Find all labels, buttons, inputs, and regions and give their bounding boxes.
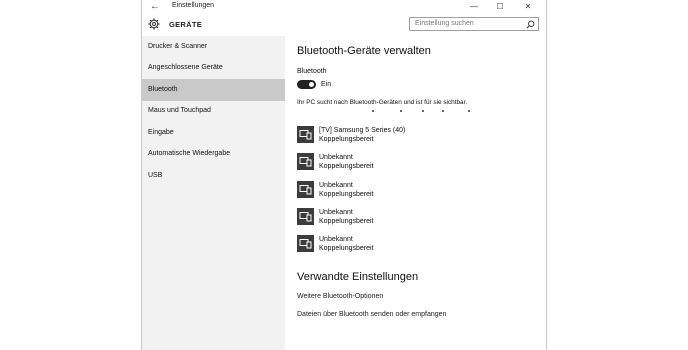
device-item[interactable]: Unbekannt Koppelungsbereit xyxy=(297,153,542,175)
settings-window: ← Einstellungen — ☐ ✕ GERÄTE Einstellung… xyxy=(141,0,547,350)
title-bar: ← Einstellungen — ☐ ✕ xyxy=(142,0,546,14)
section-title-related: Verwandte Einstellungen xyxy=(297,271,419,283)
sidebar-item-eingabe[interactable]: Eingabe xyxy=(142,122,285,144)
sidebar-item-label: Bluetooth xyxy=(148,86,178,93)
toggle-knob xyxy=(309,82,314,87)
page-header: GERÄTE Einstellung suchen xyxy=(142,14,546,36)
device-status: Koppelungsbereit xyxy=(319,218,374,225)
device-item[interactable]: Unbekannt Koppelungsbereit xyxy=(297,181,542,203)
device-status: Koppelungsbereit xyxy=(319,245,374,252)
sidebar-item-label: Eingabe xyxy=(148,129,174,136)
arrow-left-icon: ← xyxy=(150,1,160,12)
sidebar-item-label: Automatische Wiedergabe xyxy=(148,150,231,157)
device-status: Koppelungsbereit xyxy=(319,163,374,170)
sidebar-item-maus-touchpad[interactable]: Maus und Touchpad xyxy=(142,100,285,122)
device-icon xyxy=(297,126,314,143)
sidebar: Drucker & Scanner Angeschlossene Geräte … xyxy=(142,36,285,350)
gear-icon xyxy=(148,18,160,30)
device-status: Koppelungsbereit xyxy=(319,136,374,143)
sidebar-item-label: USB xyxy=(148,172,163,179)
device-icon xyxy=(297,208,314,225)
search-icon[interactable] xyxy=(526,20,535,29)
device-item[interactable]: Unbekannt Koppelungsbereit xyxy=(297,208,542,230)
toggle-state-label: Ein xyxy=(321,81,332,88)
back-button[interactable]: ← xyxy=(148,0,162,14)
sidebar-item-label: Angeschlossene Geräte xyxy=(148,64,223,71)
sidebar-item-label: Drucker & Scanner xyxy=(148,43,208,50)
search-input[interactable]: Einstellung suchen xyxy=(409,17,539,31)
close-button[interactable]: ✕ xyxy=(518,0,538,14)
device-icon xyxy=(297,153,314,170)
window-title: Einstellungen xyxy=(172,2,215,9)
sidebar-item-automatische-wiedergabe[interactable]: Automatische Wiedergabe xyxy=(142,143,285,165)
sidebar-item-drucker-scanner[interactable]: Drucker & Scanner xyxy=(142,36,285,58)
minimize-button[interactable]: — xyxy=(464,0,484,14)
device-status: Koppelungsbereit xyxy=(319,191,374,198)
searching-progress-dots xyxy=(372,110,482,114)
sidebar-item-bluetooth[interactable]: Bluetooth xyxy=(142,79,285,101)
discovery-status-text: Ihr PC sucht nach Bluetooth-Geräten und … xyxy=(297,99,468,106)
device-item[interactable]: [TV] Samsung 5 Series (40) Koppelungsber… xyxy=(297,126,542,148)
search-placeholder: Einstellung suchen xyxy=(415,20,474,27)
device-icon xyxy=(297,181,314,198)
maximize-button[interactable]: ☐ xyxy=(490,0,510,14)
device-name: Unbekannt xyxy=(319,154,353,161)
bluetooth-label: Bluetooth xyxy=(297,68,327,75)
device-item[interactable]: Unbekannt Koppelungsbereit xyxy=(297,235,542,257)
link-more-bluetooth-options[interactable]: Weitere Bluetooth-Optionen xyxy=(297,293,383,300)
page-title: GERÄTE xyxy=(169,20,203,29)
sidebar-item-label: Maus und Touchpad xyxy=(148,107,211,114)
sidebar-item-usb[interactable]: USB xyxy=(142,165,285,187)
device-name: Unbekannt xyxy=(319,236,353,243)
bluetooth-toggle[interactable] xyxy=(297,80,316,89)
device-icon xyxy=(297,235,314,252)
link-send-receive-files[interactable]: Dateien über Bluetooth senden oder empfa… xyxy=(297,311,446,318)
device-name: [TV] Samsung 5 Series (40) xyxy=(319,127,406,134)
section-title-bluetooth: Bluetooth-Geräte verwalten xyxy=(297,45,431,57)
device-name: Unbekannt xyxy=(319,209,353,216)
device-name: Unbekannt xyxy=(319,182,353,189)
sidebar-item-angeschlossene-geraete[interactable]: Angeschlossene Geräte xyxy=(142,57,285,79)
